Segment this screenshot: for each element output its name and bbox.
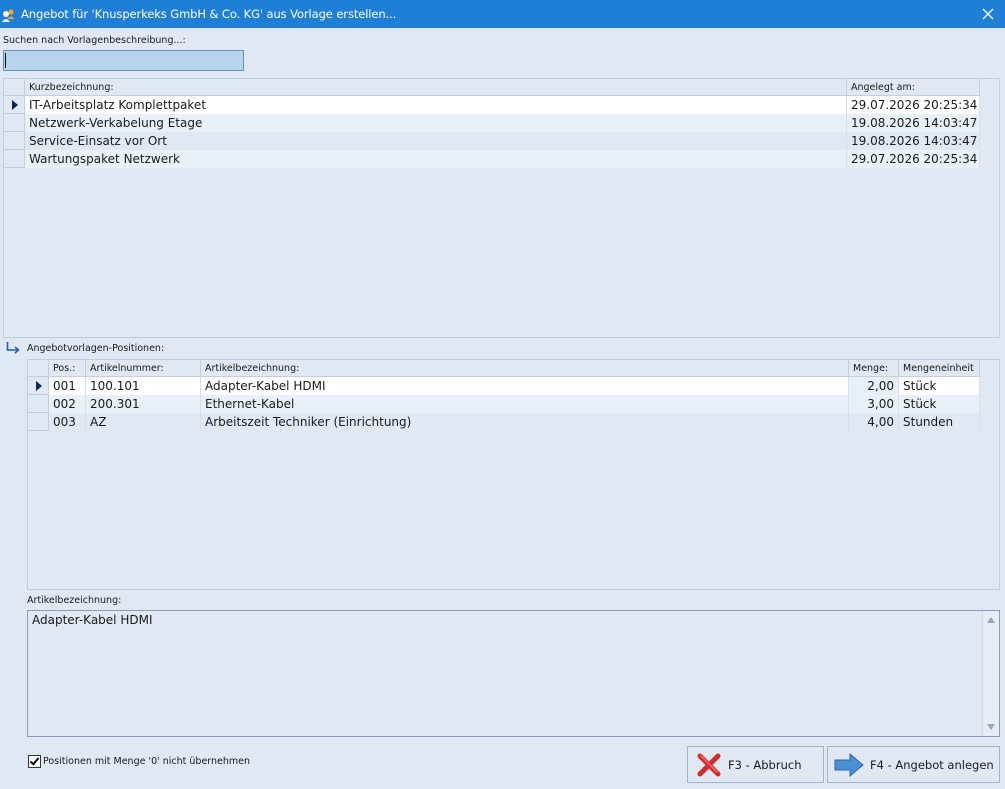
checkmark-icon	[29, 755, 40, 766]
row-indicator	[4, 96, 25, 114]
skip-zero-label[interactable]: Positionen mit Menge '0' nicht übernehme…	[43, 756, 250, 767]
create-offer-button-label: F4 - Angebot anlegen	[870, 757, 994, 772]
template-date: 19.08.2026 14:03:47	[847, 132, 980, 150]
title-bar: Angebot für 'Knusperkeks GmbH & Co. KG' …	[0, 0, 1005, 28]
skip-zero-checkbox[interactable]	[28, 755, 41, 768]
position-pos: 003	[49, 413, 86, 431]
template-date: 29.07.2026 20:25:34	[847, 150, 980, 168]
column-header-artikelbezeichnung[interactable]: Artikelbezeichnung:	[201, 360, 849, 377]
row-indicator-header	[4, 79, 25, 96]
row-indicator	[4, 132, 25, 150]
template-row[interactable]: IT-Arbeitsplatz Komplettpaket 29.07.2026…	[4, 96, 980, 114]
red-x-icon	[696, 752, 722, 778]
close-icon[interactable]	[977, 3, 999, 25]
row-indicator	[4, 150, 25, 168]
position-description: Ethernet-Kabel	[201, 395, 849, 413]
row-indicator	[28, 377, 49, 395]
column-header-artikelnummer[interactable]: Artikelnummer:	[86, 360, 201, 377]
search-label: Suchen nach Vorlagenbeschreibung...:	[3, 35, 186, 46]
current-row-arrow-icon	[12, 100, 18, 110]
scroll-up-icon[interactable]	[987, 617, 995, 623]
current-row-arrow-icon	[36, 381, 42, 391]
template-name: Service-Einsatz vor Ort	[25, 132, 847, 150]
detail-link-icon	[6, 342, 20, 357]
templates-grid[interactable]: Kurzbezeichnung: Angelegt am: IT-Arbeits…	[3, 78, 1000, 338]
template-name: IT-Arbeitsplatz Komplettpaket	[25, 96, 847, 114]
create-offer-button[interactable]: F4 - Angebot anlegen	[827, 746, 1000, 783]
positions-label: Angebotvorlagen-Positionen:	[27, 343, 165, 354]
column-header-angelegt[interactable]: Angelegt am:	[847, 79, 980, 96]
template-name: Wartungspaket Netzwerk	[25, 150, 847, 168]
template-row[interactable]: Wartungspaket Netzwerk 29.07.2026 20:25:…	[4, 150, 980, 168]
row-indicator-header	[28, 360, 49, 377]
positions-grid[interactable]: Pos.: Artikelnummer: Artikelbezeichnung:…	[27, 359, 1000, 590]
position-article-no: AZ	[86, 413, 201, 431]
arrow-right-icon	[834, 752, 864, 777]
template-row[interactable]: Netzwerk-Verkabelung Etage 19.08.2026 14…	[4, 114, 980, 132]
memo-scrollbar[interactable]	[982, 611, 999, 736]
position-pos: 002	[49, 395, 86, 413]
position-unit: Stunden	[899, 413, 980, 431]
position-description: Adapter-Kabel HDMI	[201, 377, 849, 395]
position-unit: Stück	[899, 395, 980, 413]
scroll-down-icon[interactable]	[987, 724, 995, 730]
column-header-kurzbezeichnung[interactable]: Kurzbezeichnung:	[25, 79, 847, 96]
template-date: 29.07.2026 20:25:34	[847, 96, 980, 114]
position-qty: 3,00	[849, 395, 899, 413]
row-indicator	[28, 395, 49, 413]
position-pos: 001	[49, 377, 86, 395]
cancel-button[interactable]: F3 - Abbruch	[687, 746, 824, 783]
position-row[interactable]: 001 100.101 Adapter-Kabel HDMI 2,00 Stüc…	[28, 377, 980, 395]
app-users-icon	[1, 5, 17, 23]
detail-label: Artikelbezeichnung:	[27, 595, 122, 606]
column-header-pos[interactable]: Pos.:	[49, 360, 86, 377]
detail-text: Adapter-Kabel HDMI	[32, 613, 153, 627]
position-article-no: 100.101	[86, 377, 201, 395]
search-input[interactable]	[3, 50, 244, 71]
template-date: 19.08.2026 14:03:47	[847, 114, 980, 132]
position-article-no: 200.301	[86, 395, 201, 413]
template-name: Netzwerk-Verkabelung Etage	[25, 114, 847, 132]
cancel-button-label: F3 - Abbruch	[728, 757, 802, 772]
position-unit: Stück	[899, 377, 980, 395]
position-description: Arbeitszeit Techniker (Einrichtung)	[201, 413, 849, 431]
template-row[interactable]: Service-Einsatz vor Ort 19.08.2026 14:03…	[4, 132, 980, 150]
text-caret	[5, 53, 6, 68]
detail-memo[interactable]: Adapter-Kabel HDMI	[27, 610, 1000, 737]
position-row[interactable]: 003 AZ Arbeitszeit Techniker (Einrichtun…	[28, 413, 980, 431]
row-indicator	[28, 413, 49, 431]
row-indicator	[4, 114, 25, 132]
position-qty: 4,00	[849, 413, 899, 431]
skip-zero-option[interactable]: Positionen mit Menge '0' nicht übernehme…	[28, 755, 250, 768]
position-row[interactable]: 002 200.301 Ethernet-Kabel 3,00 Stück	[28, 395, 980, 413]
position-qty: 2,00	[849, 377, 899, 395]
column-header-menge[interactable]: Menge:	[849, 360, 899, 377]
window-title: Angebot für 'Knusperkeks GmbH & Co. KG' …	[21, 7, 397, 21]
column-header-mengeneinheit[interactable]: Mengeneinheit	[899, 360, 980, 377]
